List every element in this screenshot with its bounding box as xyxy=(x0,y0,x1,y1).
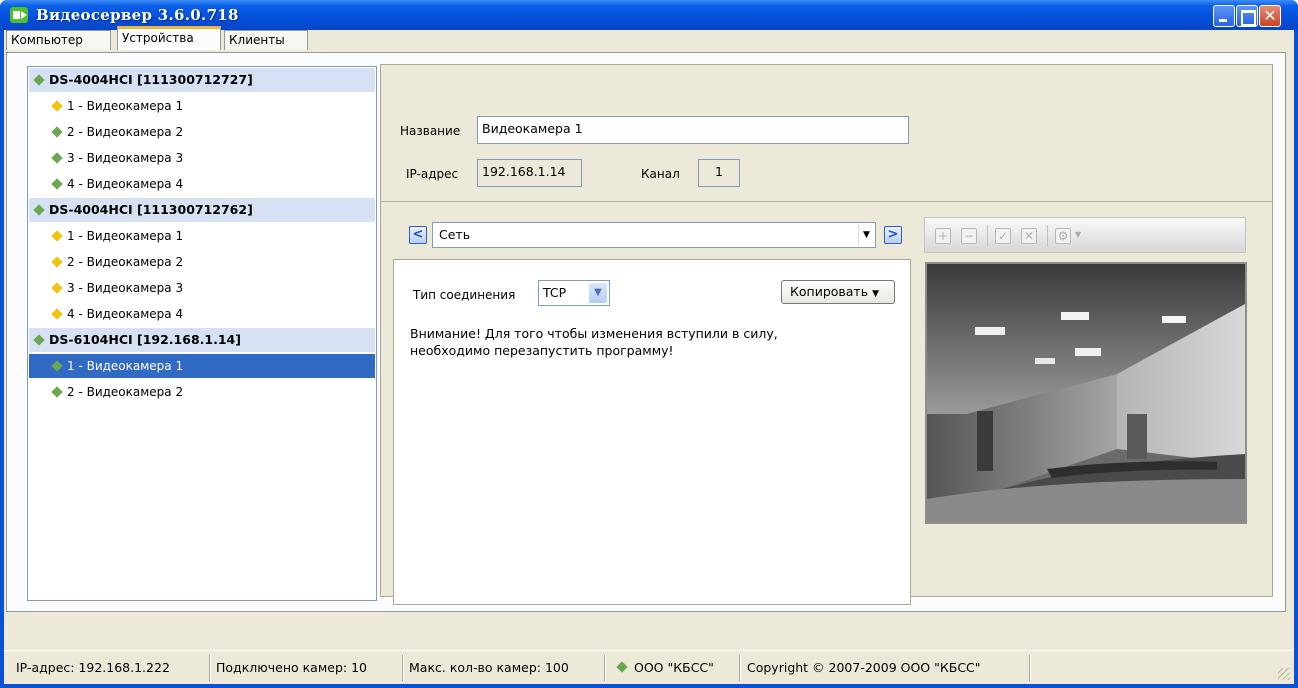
settings-icon[interactable]: ⚙ xyxy=(1055,228,1071,244)
close-button[interactable]: ✕ xyxy=(1259,5,1281,27)
chevron-right-icon[interactable]: > xyxy=(884,226,902,244)
camera-app-icon xyxy=(10,7,28,23)
ip-label: IP-адрес xyxy=(406,167,459,181)
tree-group-label: DS-6104HCI [192.168.1.14] xyxy=(49,332,241,347)
dropdown-caret-icon: ▼ xyxy=(872,289,879,299)
tree-item-label: 4 - Видеокамера 4 xyxy=(67,307,184,321)
copy-button-label: Копировать xyxy=(790,284,869,299)
tree-item-camera[interactable]: 4 - Видеокамера 4 xyxy=(29,172,375,196)
tree-item-label: 1 - Видеокамера 1 xyxy=(67,359,184,373)
dropdown-arrow-icon[interactable]: ▼ xyxy=(858,224,874,246)
status-connected: Подключено камер: 10 xyxy=(216,660,367,675)
camera-preview-image xyxy=(927,264,1245,522)
tree-item-camera[interactable]: 3 - Видеокамера 3 xyxy=(29,276,375,300)
status-ip: IP-адрес: 192.168.1.222 xyxy=(16,660,170,675)
tree-item-label: 4 - Видеокамера 4 xyxy=(67,177,184,191)
maximize-button[interactable] xyxy=(1236,5,1258,27)
tree-item-label: 3 - Видеокамера 3 xyxy=(67,281,184,295)
tree-group-device[interactable]: DS-4004HCI [111300712727] xyxy=(29,68,375,92)
tab-clients[interactable]: Клиенты xyxy=(224,30,308,50)
status-dot-icon xyxy=(33,73,45,86)
section-select-value: Сеть xyxy=(439,227,471,242)
status-dot-icon xyxy=(33,203,45,216)
cancel-icon[interactable]: ✕ xyxy=(1021,228,1037,244)
status-company-label: ООО "КБСС" xyxy=(634,660,714,675)
status-dot-icon xyxy=(33,333,45,346)
close-icon: ✕ xyxy=(1263,6,1277,25)
status-dot-icon xyxy=(51,99,63,112)
window-title: Видеосервер 3.6.0.718 xyxy=(36,6,239,24)
tab-computer[interactable]: Компьютер xyxy=(6,30,111,50)
tree-item-camera[interactable]: 3 - Видеокамера 3 xyxy=(29,146,375,170)
apply-icon[interactable]: ✓ xyxy=(995,228,1011,244)
tab-devices[interactable]: Устройства xyxy=(117,26,221,50)
connection-type-value: TCP xyxy=(543,285,567,300)
tree-item-camera[interactable]: 4 - Видеокамера 4 xyxy=(29,302,375,326)
warning-line: необходимо перезапустить программу! xyxy=(410,343,674,358)
status-separator xyxy=(1029,655,1031,681)
tree-item-camera[interactable]: 2 - Видеокамера 2 xyxy=(29,380,375,404)
toolbar-separator xyxy=(1047,225,1048,247)
tree-item-camera[interactable]: 2 - Видеокамера 2 xyxy=(29,250,375,274)
tree-item-label: 2 - Видеокамера 2 xyxy=(67,255,184,269)
status-separator xyxy=(604,655,606,681)
status-separator xyxy=(739,655,741,681)
connection-type-label: Тип соединения xyxy=(413,288,516,302)
tree-item-camera-selected[interactable]: 1 - Видеокамера 1 xyxy=(29,354,375,378)
tree-group-device[interactable]: DS-6104HCI [192.168.1.14] xyxy=(29,328,375,352)
minimize-button[interactable] xyxy=(1213,5,1235,27)
status-dot-icon xyxy=(51,177,63,190)
resize-grip-icon[interactable] xyxy=(1278,668,1290,680)
status-separator xyxy=(402,655,404,681)
tree-group-device[interactable]: DS-4004HCI [111300712762] xyxy=(29,198,375,222)
status-copyright: Copyright © 2007-2009 ООО "КБСС" xyxy=(747,660,981,675)
tree-item-label: 3 - Видеокамера 3 xyxy=(67,151,184,165)
status-dot-icon xyxy=(616,661,628,673)
tree-item-label: 2 - Видеокамера 2 xyxy=(67,125,184,139)
tree-item-label: 1 - Видеокамера 1 xyxy=(67,99,184,113)
ip-field: 192.168.1.14 xyxy=(477,159,582,187)
section-select[interactable]: Сеть ▼ xyxy=(432,222,876,248)
status-dot-icon xyxy=(51,307,63,320)
network-settings-panel xyxy=(393,259,911,605)
status-dot-icon xyxy=(51,385,63,398)
device-tree[interactable]: DS-4004HCI [111300712727] 1 - Видеокамер… xyxy=(27,66,377,601)
status-bar: IP-адрес: 192.168.1.222 Подключено камер… xyxy=(4,650,1294,684)
tree-item-camera[interactable]: 1 - Видеокамера 1 xyxy=(29,94,375,118)
status-company: ООО "КБСС" xyxy=(616,660,714,675)
chevron-down-icon: ▼ xyxy=(589,283,607,303)
tree-group-label: DS-4004HCI [111300712762] xyxy=(49,202,253,217)
tree-item-label: 1 - Видеокамера 1 xyxy=(67,229,184,243)
divider xyxy=(380,201,1273,202)
warning-line: Внимание! Для того чтобы изменения вступ… xyxy=(410,326,778,341)
tree-item-camera[interactable]: 1 - Видеокамера 1 xyxy=(29,224,375,248)
name-field[interactable]: Видеокамера 1 xyxy=(477,116,909,144)
connection-type-select[interactable]: TCP ▼ xyxy=(538,280,610,306)
name-label: Название xyxy=(400,124,461,138)
channel-field: 1 xyxy=(698,159,740,187)
status-dot-icon xyxy=(51,255,63,268)
add-icon[interactable]: + xyxy=(935,228,951,244)
status-separator xyxy=(209,655,211,681)
copy-button[interactable]: Копировать ▼ xyxy=(781,280,895,304)
dropdown-caret-icon: ▼ xyxy=(1075,230,1082,239)
tree-item-camera[interactable]: 2 - Видеокамера 2 xyxy=(29,120,375,144)
camera-preview xyxy=(925,262,1247,524)
status-dot-icon xyxy=(51,359,63,372)
restart-warning: Внимание! Для того чтобы изменения вступ… xyxy=(410,325,890,359)
status-dot-icon xyxy=(51,151,63,164)
toolbar-separator xyxy=(987,225,988,247)
status-dot-icon xyxy=(51,125,63,138)
status-dot-icon xyxy=(51,229,63,242)
channel-label: Канал xyxy=(641,167,680,181)
chevron-left-icon[interactable]: < xyxy=(409,226,427,244)
status-max-cameras: Макс. кол-во камер: 100 xyxy=(409,660,569,675)
app-window: Видеосервер 3.6.0.718 ✕ Компьютер Устрой… xyxy=(0,0,1298,688)
remove-icon[interactable]: − xyxy=(961,228,977,244)
tree-group-label: DS-4004HCI [111300712727] xyxy=(49,72,253,87)
tree-item-label: 2 - Видеокамера 2 xyxy=(67,385,184,399)
camera-toolbar: + − ✓ ✕ ⚙ ▼ xyxy=(924,217,1246,253)
status-dot-icon xyxy=(51,281,63,294)
